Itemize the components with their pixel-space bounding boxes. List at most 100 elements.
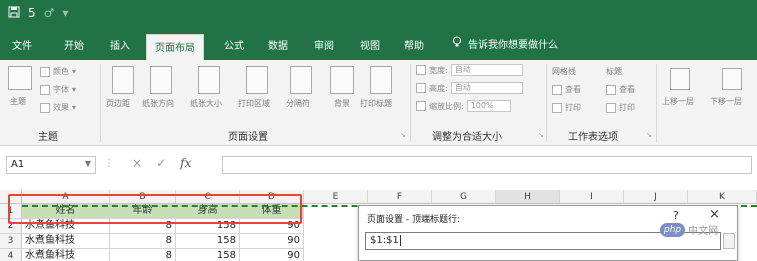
chevron-down-icon: ▼ — [84, 159, 91, 168]
column-header[interactable]: G — [432, 190, 496, 204]
scale-label: 缩放比例: — [429, 101, 464, 111]
customize-qat-icon[interactable]: ▾ — [62, 6, 68, 21]
quick-access-toolbar: 5 ♂ ▾ — [8, 6, 68, 21]
tell-me-box[interactable]: 告诉我你想要做什么 — [452, 36, 558, 51]
print-area-label: 打印区域 — [238, 99, 270, 108]
row-header[interactable]: 3 — [0, 234, 22, 249]
table-cell[interactable]: 水煮鱼科技 — [22, 249, 110, 261]
orientation-icon[interactable] — [150, 66, 172, 94]
tab-file[interactable]: 文件 — [12, 37, 32, 52]
send-backward-label: 下移一层 — [710, 97, 742, 106]
enter-icon[interactable]: ✓ — [156, 156, 166, 170]
margins-label: 页边距 — [106, 99, 130, 108]
help-icon[interactable]: ? — [673, 209, 679, 222]
gridlines-view[interactable]: 查看 — [552, 84, 581, 95]
group-page-setup-name: 页面设置 — [228, 132, 268, 143]
effects-icon — [40, 102, 50, 113]
name-box[interactable]: A1 ▼ — [6, 156, 96, 174]
width-icon — [416, 65, 426, 75]
table-cell[interactable]: 水煮鱼科技 — [22, 234, 110, 249]
column-header[interactable]: J — [624, 190, 688, 204]
tab-data[interactable]: 数据 — [268, 37, 288, 52]
table-cell[interactable]: 158 — [176, 234, 240, 249]
group-themes-name: 主题 — [38, 132, 58, 143]
width-select[interactable]: 自动 — [450, 64, 523, 76]
php-logo-icon: php — [660, 222, 686, 237]
checkbox-icon — [552, 102, 562, 113]
table-cell[interactable]: 8 — [110, 249, 176, 261]
tab-page-layout[interactable]: 页面布局 — [146, 34, 204, 60]
print-titles-label: 打印标题 — [360, 99, 392, 108]
table-cell[interactable]: 158 — [176, 249, 240, 261]
column-header[interactable]: H — [496, 190, 560, 204]
page-setup-launcher-icon[interactable]: ↘ — [400, 131, 406, 139]
save-icon[interactable] — [8, 6, 20, 21]
size-label: 纸张大小 — [190, 99, 222, 108]
fonts-icon — [40, 84, 50, 95]
gridlines-print-label: 打印 — [565, 103, 581, 112]
close-icon[interactable]: × — [709, 207, 720, 222]
group-separator — [410, 64, 411, 142]
print-titles-icon[interactable] — [370, 66, 392, 94]
colors-button[interactable]: 颜色 ▾ — [40, 66, 76, 77]
gridlines-view-label: 查看 — [565, 85, 581, 94]
gridlines-print[interactable]: 打印 — [552, 102, 581, 113]
group-separator — [100, 64, 101, 142]
bring-forward-icon[interactable] — [670, 68, 690, 90]
undo-icon[interactable]: 5 — [28, 6, 36, 21]
tab-help[interactable]: 帮助 — [404, 37, 424, 52]
table-cell[interactable]: 90 — [240, 234, 304, 249]
send-backward-icon[interactable] — [722, 68, 742, 90]
headings-print-label: 打印 — [619, 103, 635, 112]
fonts-button[interactable]: 字体 ▾ — [40, 84, 76, 95]
scale-control: 缩放比例: 100% — [416, 100, 511, 112]
colors-label: 颜色 — [53, 67, 69, 76]
row-header[interactable]: 4 — [0, 249, 22, 261]
redo-icon[interactable]: ♂ — [44, 6, 55, 21]
headings-print[interactable]: 打印 — [606, 102, 635, 113]
checkbox-icon — [606, 84, 616, 95]
ribbon-body: 主题 颜色 ▾ 字体 ▾ 效果 ▾ 主题 页边距 纸张方向 纸张大小 打印区域 分隔符… — [0, 60, 757, 146]
table-cell[interactable]: 8 — [110, 234, 176, 249]
tab-home[interactable]: 开始 — [64, 37, 84, 52]
background-icon[interactable] — [330, 66, 354, 94]
height-select[interactable]: 自动 — [450, 82, 523, 94]
tab-review[interactable]: 审阅 — [314, 37, 334, 52]
scale-launcher-icon[interactable]: ↘ — [538, 131, 544, 139]
formula-bar: A1 ▼ ⋮ × ✓ fx — [0, 150, 757, 178]
title-rows-value: $1:$1 — [370, 235, 399, 246]
tab-insert[interactable]: 插入 — [110, 37, 130, 52]
sheet-options-launcher-icon[interactable]: ↘ — [646, 131, 652, 139]
height-icon — [416, 83, 426, 93]
ribbon-tabs: 文件 开始 插入 页面布局 公式 数据 审阅 视图 帮助 告诉我你想要做什么 — [0, 30, 757, 60]
insert-function-icon[interactable]: fx — [180, 156, 191, 170]
height-label: 高度: — [429, 83, 448, 93]
formula-bar-grip-icon: ⋮ — [104, 158, 114, 169]
column-header[interactable]: F — [368, 190, 432, 204]
group-scale-name: 调整为合适大小 — [432, 132, 502, 143]
checkbox-icon — [606, 102, 616, 113]
scale-spinner[interactable]: 100% — [466, 100, 511, 112]
headings-label: 标题 — [606, 67, 622, 76]
margins-icon[interactable] — [112, 66, 134, 94]
print-area-icon[interactable] — [246, 66, 268, 94]
table-cell[interactable]: 90 — [240, 249, 304, 261]
effects-label: 效果 — [53, 103, 69, 112]
expand-dialog-icon[interactable] — [723, 233, 735, 249]
column-header[interactable]: K — [688, 190, 757, 204]
background-label: 背景 — [334, 99, 350, 108]
headings-view[interactable]: 查看 — [606, 84, 635, 95]
cancel-icon[interactable]: × — [132, 156, 142, 170]
formula-input[interactable] — [222, 156, 752, 174]
group-separator — [656, 64, 657, 142]
size-icon[interactable] — [198, 66, 220, 94]
column-header[interactable]: I — [560, 190, 624, 204]
tab-formulas[interactable]: 公式 — [224, 37, 244, 52]
tab-view[interactable]: 视图 — [360, 37, 380, 52]
breaks-icon[interactable] — [290, 66, 312, 94]
headings-view-label: 查看 — [619, 85, 635, 94]
effects-button[interactable]: 效果 ▾ — [40, 102, 76, 113]
column-header[interactable]: E — [304, 190, 368, 204]
themes-icon[interactable] — [8, 66, 32, 90]
orientation-label: 纸张方向 — [142, 99, 174, 108]
